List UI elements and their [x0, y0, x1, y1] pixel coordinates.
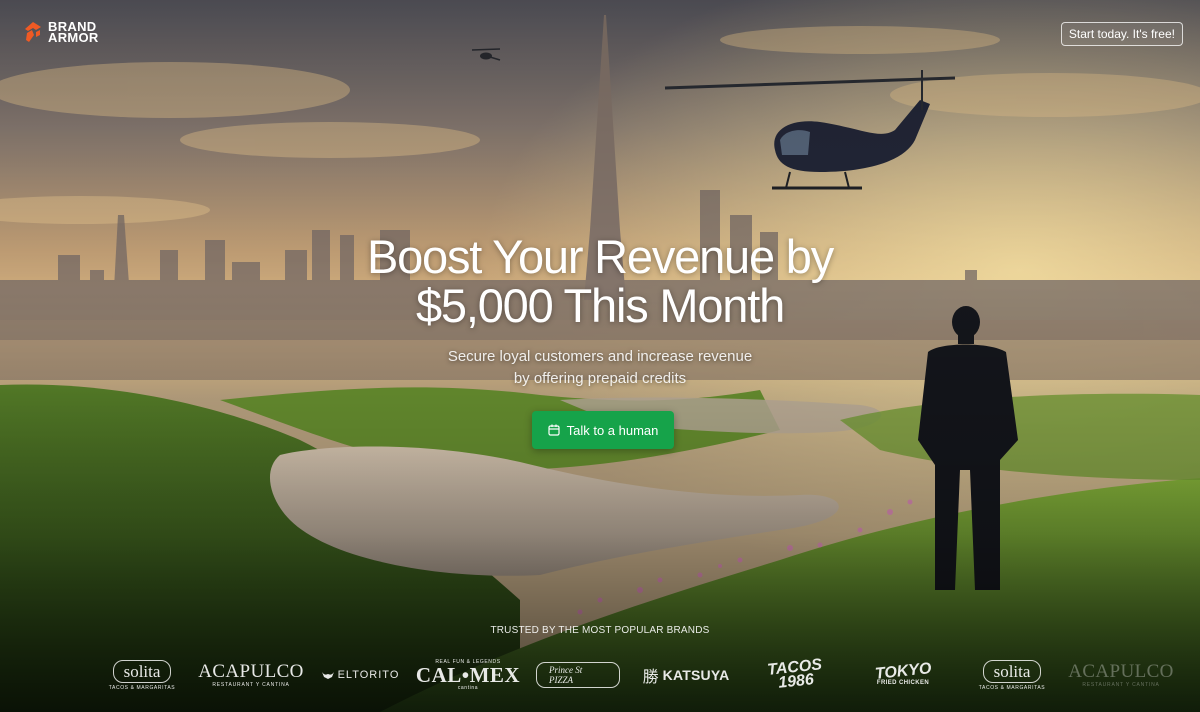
- brand-armor-logo-icon: [25, 22, 41, 42]
- hero-headline-line1: Boost Your Revenue by: [366, 230, 834, 283]
- brand-tacos-name: TACOS 1986: [766, 656, 823, 692]
- brand-solita-repeat-name: solita: [982, 659, 1042, 683]
- brand-katsuya-mark: 勝: [642, 667, 659, 686]
- brand-calmex-tagline: cantina: [457, 685, 479, 691]
- brand-logo[interactable]: BRAND ARMOR: [24, 20, 99, 45]
- brand-tacos-year: 1986: [777, 671, 815, 692]
- brand-logo-strip: solita TACOS & MARGARITAS ACAPULCO RESTA…: [40, 655, 1200, 695]
- brand-acapulco-tagline: RESTAURANT Y CANTINA: [212, 682, 290, 688]
- brand-logo-text: BRAND ARMOR: [48, 20, 99, 45]
- landing-page: BRAND ARMOR Start today. It's free! Boos…: [0, 0, 1200, 712]
- brand-acapulco-repeat-tagline: RESTAURANT Y CANTINA: [1082, 682, 1160, 688]
- brand-solita-tagline: TACOS & MARGARITAS: [108, 684, 176, 691]
- brand-acapulco-name: ACAPULCO: [198, 661, 304, 682]
- brand-logo-prince-st-pizza: Prince St PIZZA: [536, 655, 620, 695]
- brand-prince-name: Prince St PIZZA: [536, 662, 620, 688]
- trusted-heading: TRUSTED BY THE MOST POPULAR BRANDS: [490, 625, 710, 636]
- hero-headline-line2: $5,000 This Month: [415, 279, 785, 332]
- talk-to-human-label: Talk to a human: [566, 422, 659, 438]
- brand-calmex-name: CAL•MEX: [415, 663, 521, 687]
- brand-logo-tokyo-fried-chicken: TOKYO FRIED CHICKEN: [868, 655, 938, 695]
- talk-to-human-button[interactable]: Talk to a human: [532, 411, 674, 449]
- brand-logo-calmex: REAL FUN & LEGENDS CAL•MEX cantina: [416, 655, 520, 695]
- brand-logo-acapulco-repeat: ACAPULCO RESTAURANT Y CANTINA: [1068, 655, 1173, 695]
- hero-subheadline-line1: Secure loyal customers and increase reve…: [447, 348, 753, 365]
- brand-solita-name: solita: [112, 659, 172, 683]
- brand-katsuya-name: KATSUYA: [662, 667, 730, 683]
- brand-logo-solita: solita TACOS & MARGARITAS: [106, 655, 178, 695]
- brand-logo-acapulco: ACAPULCO RESTAURANT Y CANTINA: [198, 655, 303, 695]
- hero-subheadline: Secure loyal customers and increase reve…: [0, 346, 1200, 390]
- brand-acapulco-repeat-name: ACAPULCO: [1068, 661, 1174, 682]
- hero-subheadline-line2: by offering prepaid credits: [513, 370, 687, 387]
- brand-logo-katsuya: 勝 KATSUYA: [642, 655, 730, 695]
- hero-section: Boost Your Revenue by $5,000 This Month …: [0, 232, 1200, 390]
- hero-headline: Boost Your Revenue by $5,000 This Month: [0, 232, 1200, 330]
- brand-logo-line2: ARMOR: [48, 30, 99, 45]
- calendar-icon: [548, 424, 560, 436]
- brand-logo-eltorito: ELTORITO: [320, 655, 400, 695]
- brand-logo-tacos-1986: TACOS 1986: [762, 655, 828, 695]
- start-today-button[interactable]: Start today. It's free!: [1060, 22, 1183, 46]
- brand-solita-repeat-tagline: TACOS & MARGARITAS: [978, 684, 1046, 691]
- bull-icon: [321, 672, 334, 679]
- brand-logo-solita-repeat: solita TACOS & MARGARITAS: [976, 655, 1048, 695]
- brand-eltorito-name: ELTORITO: [337, 669, 400, 681]
